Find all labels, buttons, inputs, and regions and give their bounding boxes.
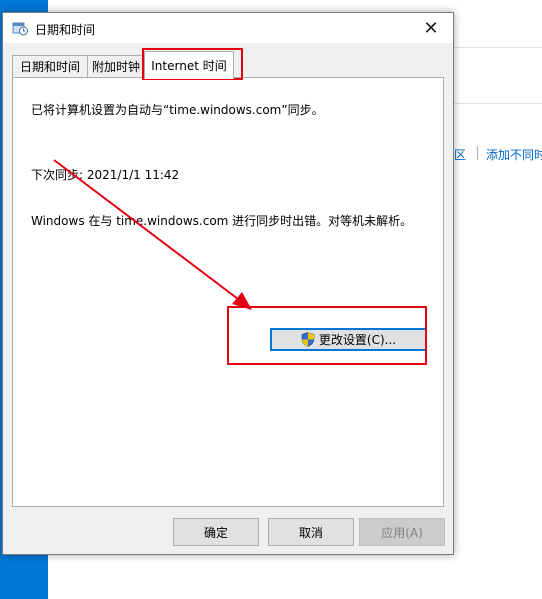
tab-internet-time[interactable]: Internet 时间	[144, 51, 234, 79]
background-link-add-clock[interactable]: 添加不同时	[486, 146, 542, 163]
change-settings-label: 更改设置(C)...	[318, 333, 397, 347]
tab-additional-clocks[interactable]: 附加时钟	[87, 55, 145, 77]
sync-status-text: 已将计算机设置为自动与“time.windows.com”同步。	[31, 103, 324, 117]
uac-shield-icon	[301, 332, 315, 347]
background-divider	[453, 103, 542, 104]
window-title: 日期和时间	[35, 23, 96, 37]
ok-button[interactable]: 确定	[173, 518, 259, 546]
date-time-dialog: 日期和时间 ✕ 日期和时间 附加时钟 Internet 时间 已将计算机设置为自…	[2, 12, 454, 555]
sync-error-text: Windows 在与 time.windows.com 进行同步时出错。对等机未…	[31, 214, 413, 228]
background-link-separator	[477, 146, 478, 160]
change-settings-button[interactable]: 更改设置(C)...	[270, 328, 427, 351]
next-sync-text: 下次同步: 2021/1/1 11:42	[31, 168, 180, 182]
close-button[interactable]: ✕	[409, 13, 453, 43]
apply-button[interactable]: 应用(A)	[359, 518, 445, 546]
internet-time-panel: 已将计算机设置为自动与“time.windows.com”同步。 下次同步: 2…	[12, 77, 444, 507]
title-bar[interactable]: 日期和时间 ✕	[3, 13, 453, 43]
tab-date-and-time[interactable]: 日期和时间	[12, 55, 88, 77]
cancel-button[interactable]: 取消	[268, 518, 354, 546]
background-link-region[interactable]: 区	[454, 146, 466, 163]
clock-settings-icon	[12, 22, 28, 36]
background-divider	[453, 47, 542, 48]
